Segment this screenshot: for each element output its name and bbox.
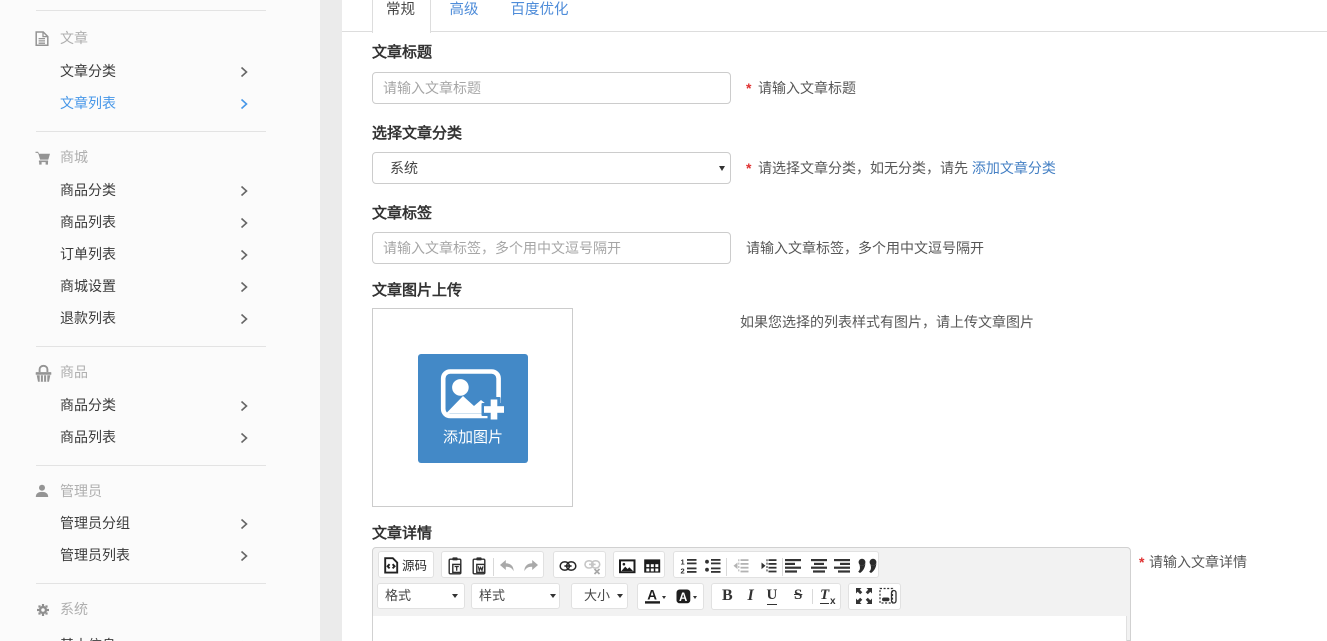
svg-text:A: A [679, 592, 687, 604]
svg-text:2: 2 [680, 567, 684, 576]
svg-text:1: 1 [680, 558, 684, 567]
svg-text:A: A [647, 588, 657, 603]
